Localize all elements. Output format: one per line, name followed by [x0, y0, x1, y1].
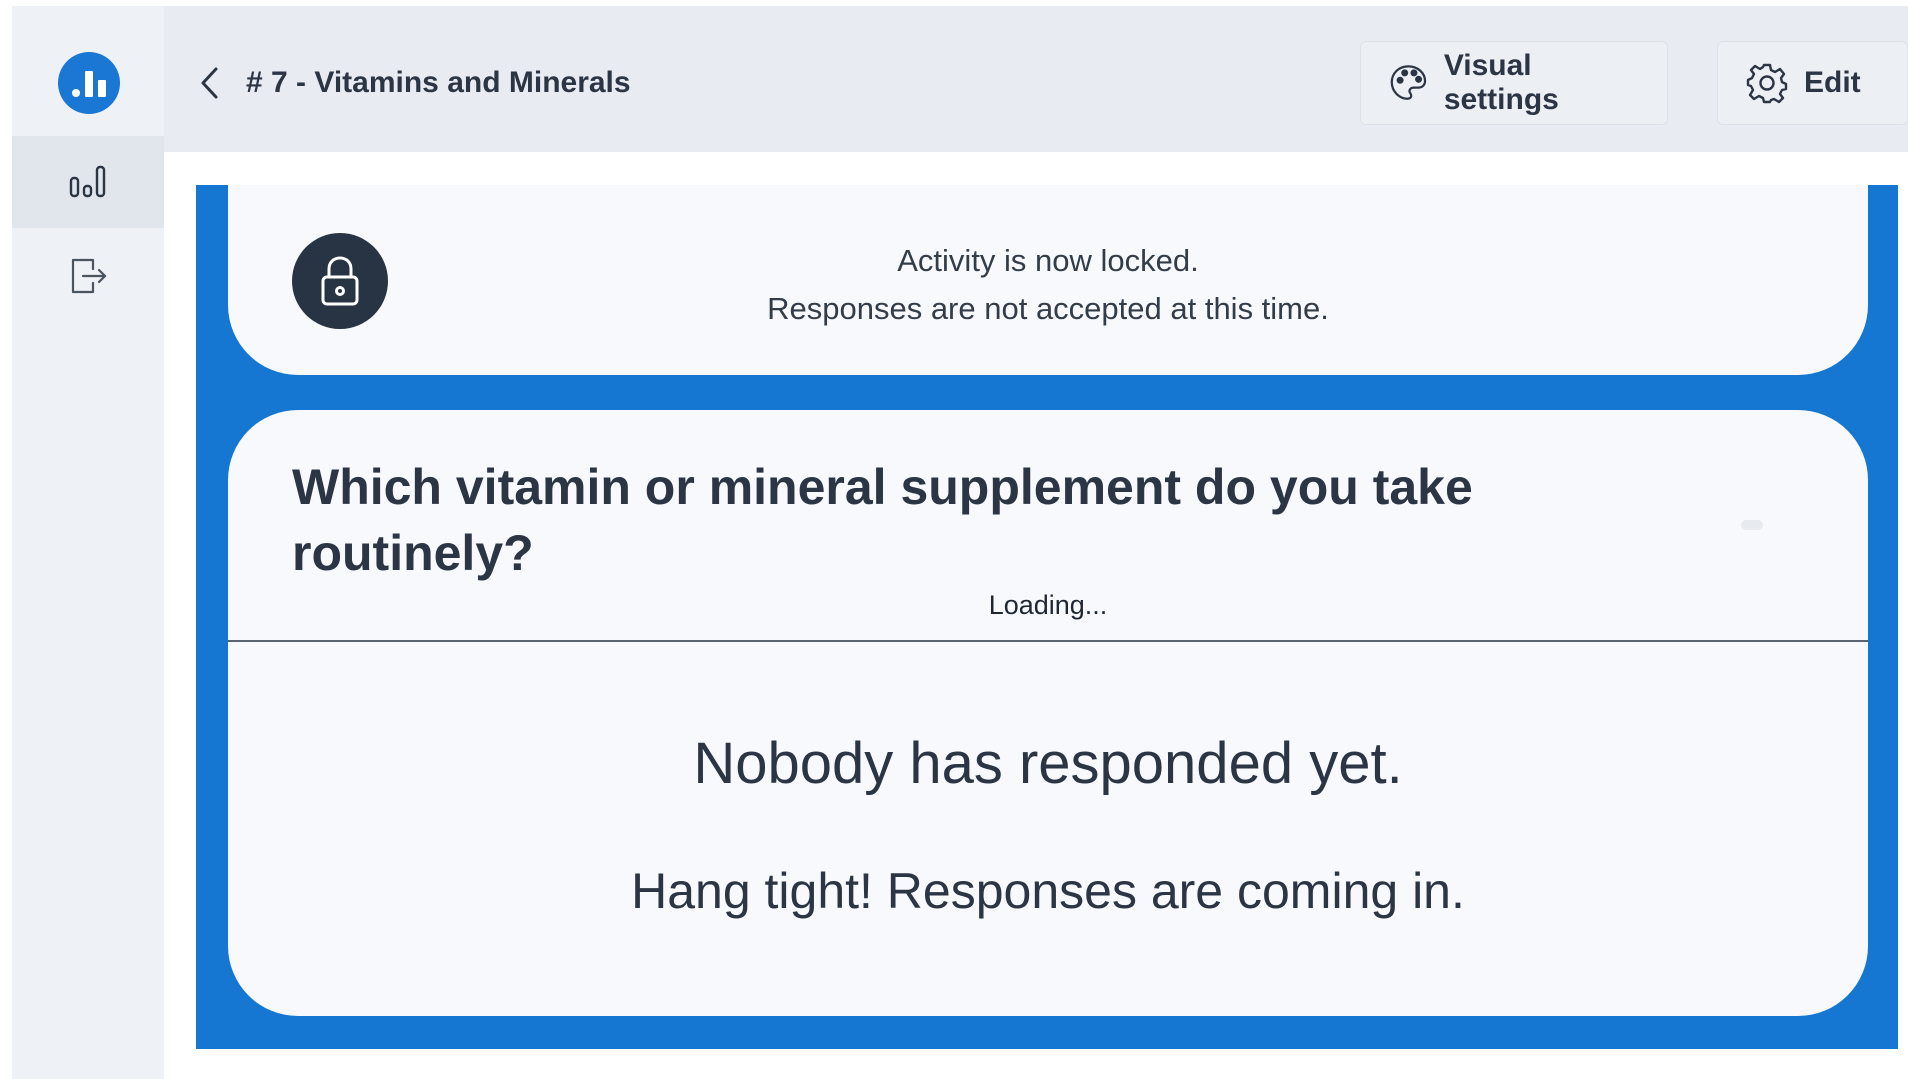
chevron-left-icon [201, 67, 218, 99]
presentation-stage: Activity is now locked. Responses are no… [196, 185, 1898, 1049]
empty-state-title: Nobody has responded yet. [693, 731, 1403, 796]
sidebar [12, 6, 164, 1079]
edit-button[interactable]: Edit [1717, 41, 1908, 125]
edit-label: Edit [1804, 66, 1861, 99]
gear-icon [1746, 63, 1788, 104]
palette-icon [1390, 65, 1427, 100]
lock-message-line2: Responses are not accepted at this time. [767, 291, 1329, 326]
sidebar-item-results[interactable] [12, 136, 164, 228]
lock-notice-card: Activity is now locked. Responses are no… [228, 185, 1868, 375]
logo-dot [72, 89, 80, 97]
logo-bar-tall [85, 71, 93, 97]
lock-message: Activity is now locked. Responses are no… [428, 237, 1668, 333]
top-bar: # 7 - Vitamins and Minerals Visual setti… [164, 6, 1908, 152]
bar-chart-icon [69, 165, 106, 198]
sidebar-item-exit[interactable] [12, 230, 164, 322]
question-card: Which vitamin or mineral supplement do y… [228, 410, 1868, 1016]
lock-message-line1: Activity is now locked. [897, 243, 1199, 278]
exit-icon [71, 258, 107, 294]
mentimeter-logo-icon[interactable] [58, 52, 120, 114]
empty-state-subtitle: Hang tight! Responses are coming in. [631, 863, 1465, 919]
back-button[interactable] [194, 63, 226, 103]
divider [228, 640, 1868, 642]
question-text: Which vitamin or mineral supplement do y… [292, 459, 1473, 581]
lock-badge [292, 233, 388, 329]
lock-icon [321, 256, 359, 306]
visual-settings-label: Visual settings [1443, 49, 1559, 116]
more-options-icon[interactable] [1741, 520, 1763, 530]
visual-settings-button[interactable]: Visual settings [1360, 41, 1668, 125]
page-title: # 7 - Vitamins and Minerals [246, 66, 631, 99]
loading-indicator: Loading... [988, 590, 1108, 620]
logo-bar-short [98, 80, 106, 97]
